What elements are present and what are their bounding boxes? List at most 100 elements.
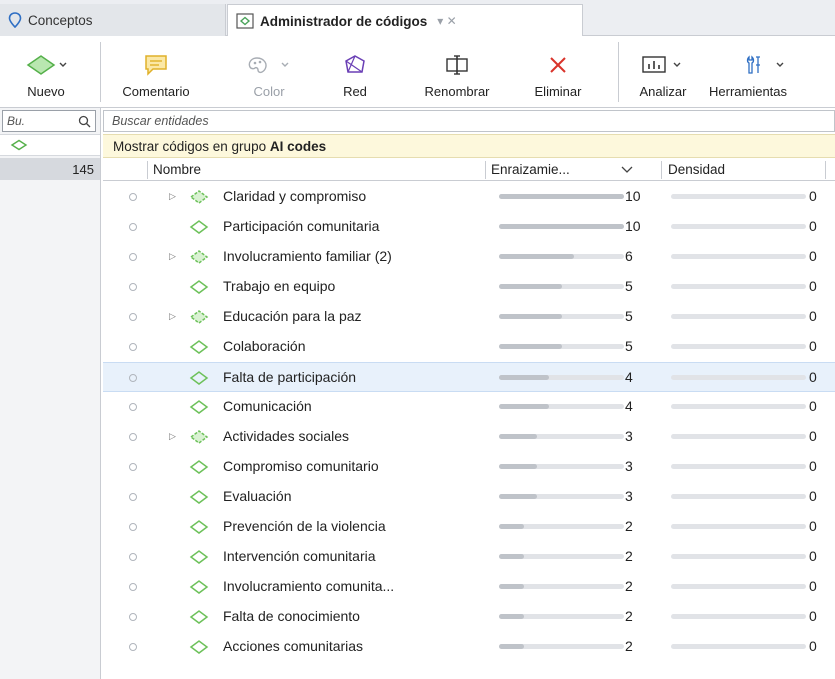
- color-button[interactable]: Color: [240, 36, 298, 108]
- tab-administrador-codigos[interactable]: Administrador de códigos ▾ ✕: [227, 4, 583, 37]
- row-status-dot[interactable]: [129, 433, 137, 441]
- code-icon: [189, 280, 209, 294]
- grounding-value: 4: [625, 398, 633, 414]
- row-status-dot[interactable]: [129, 374, 137, 382]
- code-row[interactable]: Participación comunitaria 10 0: [103, 212, 835, 242]
- grounding-value: 2: [625, 548, 633, 564]
- code-row[interactable]: Comunicación 4 0: [103, 392, 835, 422]
- code-group-icon: [189, 190, 209, 204]
- search-entities-input[interactable]: Buscar entidades: [103, 110, 835, 132]
- code-row[interactable]: Falta de participación 4 0: [103, 362, 835, 392]
- grounding-bar-fill: [499, 314, 562, 319]
- search-placeholder: Buscar entidades: [112, 114, 209, 128]
- column-nombre[interactable]: Nombre: [153, 162, 201, 177]
- expand-arrow-icon[interactable]: ▷: [169, 251, 176, 262]
- code-group-icon: [189, 310, 209, 324]
- code-name: Involucramiento familiar (2): [223, 248, 392, 264]
- code-row[interactable]: ▷ Educación para la paz 5 0: [103, 302, 835, 332]
- group-filter-bar[interactable]: Mostrar códigos en grupo AI codes: [103, 134, 835, 158]
- row-status-dot[interactable]: [129, 523, 137, 531]
- renombrar-button[interactable]: Renombrar: [411, 36, 503, 108]
- row-status-dot[interactable]: [129, 583, 137, 591]
- code-row[interactable]: Evaluación 3 0: [103, 482, 835, 512]
- left-search-input[interactable]: Bu.: [2, 110, 96, 132]
- code-row[interactable]: ▷ Claridad y compromiso 10 0: [103, 182, 835, 212]
- row-status-dot[interactable]: [129, 403, 137, 411]
- comentario-button[interactable]: Comentario: [114, 36, 198, 108]
- grounding-bar-fill: [499, 524, 524, 529]
- row-status-dot[interactable]: [129, 253, 137, 261]
- left-code-filter[interactable]: [0, 134, 100, 156]
- column-separator: [825, 161, 826, 179]
- grounding-bar: [499, 314, 624, 319]
- code-row[interactable]: ▷ Actividades sociales 3 0: [103, 422, 835, 452]
- color-label: Color: [253, 84, 285, 99]
- row-status-dot[interactable]: [129, 463, 137, 471]
- expand-arrow-icon[interactable]: ▷: [169, 311, 176, 322]
- codes-manager-icon: [236, 13, 254, 29]
- grounding-bar: [499, 254, 624, 259]
- row-status-dot[interactable]: [129, 313, 137, 321]
- grounding-bar: [499, 284, 624, 289]
- density-bar: [671, 494, 806, 499]
- row-status-dot[interactable]: [129, 643, 137, 651]
- left-count-row[interactable]: 145: [0, 158, 100, 180]
- grounding-bar: [499, 344, 624, 349]
- column-densidad[interactable]: Densidad: [668, 162, 725, 177]
- row-status-dot[interactable]: [129, 283, 137, 291]
- eliminar-button[interactable]: Eliminar: [524, 36, 592, 108]
- code-name: Evaluación: [223, 488, 292, 504]
- red-button[interactable]: Red: [332, 36, 378, 108]
- code-row[interactable]: Acciones comunitarias 2 0: [103, 632, 835, 662]
- analizar-label: Analizar: [639, 84, 687, 99]
- expand-arrow-icon[interactable]: ▷: [169, 431, 176, 442]
- grounding-bar-fill: [499, 494, 537, 499]
- grounding-bar-fill: [499, 254, 574, 259]
- density-value: 0: [809, 218, 817, 234]
- code-group-icon: [189, 250, 209, 264]
- analizar-button[interactable]: Analizar: [626, 36, 700, 108]
- row-status-dot[interactable]: [129, 553, 137, 561]
- grounding-value: 2: [625, 518, 633, 534]
- grounding-bar-fill: [499, 464, 537, 469]
- code-icon: [189, 580, 209, 594]
- column-separator: [485, 161, 486, 179]
- grounding-value: 3: [625, 428, 633, 444]
- comentario-label: Comentario: [122, 84, 190, 99]
- expand-arrow-icon[interactable]: ▷: [169, 191, 176, 202]
- row-status-dot[interactable]: [129, 223, 137, 231]
- nuevo-button[interactable]: Nuevo: [0, 36, 92, 108]
- code-row[interactable]: Trabajo en equipo 5 0: [103, 272, 835, 302]
- code-icon: [189, 490, 209, 504]
- code-row[interactable]: Colaboración 5 0: [103, 332, 835, 362]
- code-icon: [189, 520, 209, 534]
- tab-dropdown-close-icon[interactable]: ▾ ✕: [437, 14, 456, 28]
- code-row[interactable]: Prevención de la violencia 2 0: [103, 512, 835, 542]
- code-row[interactable]: Falta de conocimiento 2 0: [103, 602, 835, 632]
- herramientas-button[interactable]: Herramientas: [703, 36, 835, 108]
- column-separator: [147, 161, 148, 179]
- density-value: 0: [809, 548, 817, 564]
- tab-conceptos[interactable]: Conceptos: [0, 4, 226, 36]
- code-row[interactable]: ▷ Involucramiento familiar (2) 6 0: [103, 242, 835, 272]
- density-value: 0: [809, 458, 817, 474]
- column-enraizamiento[interactable]: Enraizamie...: [491, 162, 570, 177]
- eliminar-label: Eliminar: [534, 84, 582, 99]
- code-row[interactable]: Intervención comunitaria 2 0: [103, 542, 835, 572]
- row-status-dot[interactable]: [129, 493, 137, 501]
- row-status-dot[interactable]: [129, 613, 137, 621]
- row-status-dot[interactable]: [129, 343, 137, 351]
- ribbon-toolbar: Nuevo Comentario Color Red Renombrar Eli…: [0, 36, 835, 108]
- herramientas-label: Herramientas: [709, 84, 788, 99]
- code-row[interactable]: Compromiso comunitario 3 0: [103, 452, 835, 482]
- code-row[interactable]: Involucramiento comunita... 2 0: [103, 572, 835, 602]
- delete-x-icon: [550, 57, 566, 73]
- grounding-value: 4: [625, 369, 633, 385]
- network-icon: [345, 55, 365, 73]
- code-name: Acciones comunitarias: [223, 638, 364, 654]
- sort-chevron-down-icon[interactable]: [621, 165, 633, 175]
- row-status-dot[interactable]: [129, 193, 137, 201]
- grounding-bar: [499, 524, 624, 529]
- grounding-bar-fill: [499, 344, 562, 349]
- density-value: 0: [809, 278, 817, 294]
